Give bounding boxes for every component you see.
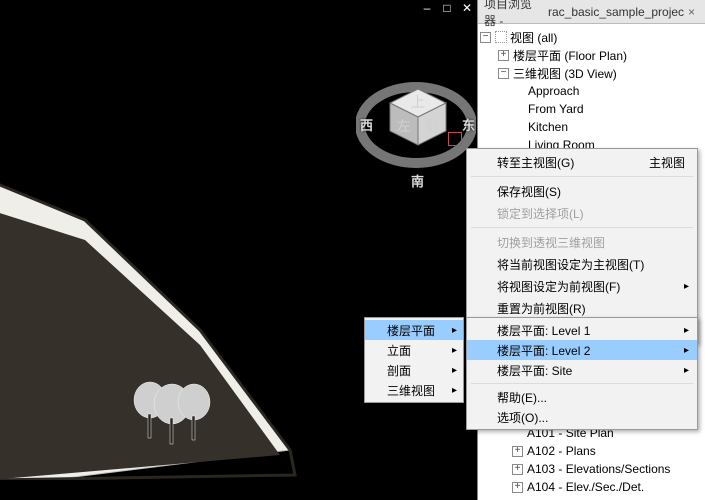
menu-separator xyxy=(471,227,693,228)
tree-sheet-a105[interactable]: +A105 - Elev./ Stair Sections xyxy=(480,496,703,500)
expander-icon[interactable]: + xyxy=(512,482,523,493)
submenu-section[interactable]: 剖面 ▸ xyxy=(365,360,463,380)
tree-3dview-group[interactable]: − 三维视图 (3D View) xyxy=(480,64,703,82)
expander-icon[interactable]: + xyxy=(498,50,509,61)
menu-label: 锁定到选择项(L) xyxy=(497,205,584,222)
submenu-arrow-icon: ▸ xyxy=(452,345,457,356)
menu-reset-front[interactable]: 重置为前视图(R) xyxy=(467,297,697,319)
set-front-submenu[interactable]: 楼层平面 ▸ 立面 ▸ 剖面 ▸ 三维视图 ▸ xyxy=(364,317,464,403)
menu-label: 楼层平面: Site xyxy=(497,362,572,379)
menu-save-view[interactable]: 保存视图(S) xyxy=(467,180,697,202)
expander-icon[interactable]: + xyxy=(512,464,523,475)
menu-go-home[interactable]: 转至主视图(G) 主视图 xyxy=(467,151,697,173)
minimize-icon[interactable]: ‒ xyxy=(420,2,434,14)
menu-label: 选项(O)... xyxy=(497,409,548,426)
tree-view-fromyard[interactable]: From Yard xyxy=(480,100,703,118)
compass-west-label[interactable]: 西 xyxy=(360,115,373,134)
floor-plan-submenu[interactable]: 楼层平面: Level 1 ▸ 楼层平面: Level 2 ▸ 楼层平面: Site… xyxy=(466,317,698,430)
menu-label: 重置为前视图(R) xyxy=(497,300,586,317)
viewcube-faces[interactable]: 上 左 前 xyxy=(388,87,450,149)
menu-set-front[interactable]: 将视图设定为前视图(F) ▸ xyxy=(467,275,697,297)
menu-separator xyxy=(471,383,693,384)
viewcube-top-label: 上 xyxy=(411,95,425,111)
tree-floor-plan-group[interactable]: + 楼层平面 (Floor Plan) xyxy=(480,46,703,64)
menu-label: 帮助(E)... xyxy=(497,389,547,406)
submenu-arrow-icon: ▸ xyxy=(452,325,457,336)
viewcube-context-menu[interactable]: 转至主视图(G) 主视图 保存视图(S) 锁定到选择项(L) 切换到透视三维视图… xyxy=(466,148,698,344)
tree-sheet-a103[interactable]: + A103 - Elevations/Sections xyxy=(480,460,703,478)
submenu-arrow-icon: ▸ xyxy=(684,365,689,376)
viewport-3d[interactable]: ‒ □ ✕ 上 左 前 南 东 西 xyxy=(0,0,477,500)
menu-label: 切换到透视三维视图 xyxy=(497,234,605,251)
tree-label: 视图 (all) xyxy=(510,29,557,46)
menu-label: 将当前视图设定为主视图(T) xyxy=(497,256,644,273)
menu-label: 剖面 xyxy=(387,362,411,379)
tab-close-icon[interactable]: × xyxy=(684,5,699,19)
menu-label: 楼层平面 xyxy=(387,322,435,339)
tree-label: 三维视图 (3D View) xyxy=(513,65,617,82)
close-icon[interactable]: ✕ xyxy=(460,2,474,14)
viewport-window-controls: ‒ □ ✕ xyxy=(420,2,474,14)
submenu-site[interactable]: 楼层平面: Site ▸ xyxy=(467,360,697,380)
menu-label: 将视图设定为前视图(F) xyxy=(497,278,620,295)
menu-switch-persp: 切换到透视三维视图 xyxy=(467,231,697,253)
submenu-arrow-icon: ▸ xyxy=(452,365,457,376)
expander-icon[interactable]: − xyxy=(498,68,509,79)
trees-icon xyxy=(130,380,250,470)
expander-icon[interactable]: + xyxy=(512,446,523,457)
menu-label: 转至主视图(G) xyxy=(497,154,574,171)
submenu-arrow-icon: ▸ xyxy=(452,385,457,396)
tree-sheet-a102[interactable]: + A102 - Plans xyxy=(480,442,703,460)
viewcube-left-label: 左 xyxy=(397,119,411,135)
compass-south-label[interactable]: 南 xyxy=(411,171,424,190)
viewcube[interactable]: 上 左 前 南 东 西 xyxy=(356,65,476,185)
menu-label: 楼层平面: Level 1 xyxy=(497,322,590,339)
menu-shortcut: 主视图 xyxy=(649,154,685,171)
tree-label: A102 - Plans xyxy=(527,444,596,458)
submenu-arrow-icon: ▸ xyxy=(684,345,689,356)
tree-label: A104 - Elev./Sec./Det. xyxy=(527,480,644,494)
submenu-level2[interactable]: 楼层平面: Level 2 ▸ xyxy=(467,340,697,360)
submenu-options[interactable]: 选项(O)... xyxy=(467,407,697,427)
submenu-arrow-icon: ▸ xyxy=(684,281,689,292)
tree-view-kitchen[interactable]: Kitchen xyxy=(480,118,703,136)
tree-label: Approach xyxy=(528,84,579,98)
tree-label: A103 - Elevations/Sections xyxy=(527,462,670,476)
submenu-level1[interactable]: 楼层平面: Level 1 ▸ xyxy=(467,320,697,340)
menu-set-home[interactable]: 将当前视图设定为主视图(T) xyxy=(467,253,697,275)
submenu-floor-plan[interactable]: 楼层平面 ▸ xyxy=(365,320,463,340)
menu-lock-selection: 锁定到选择项(L) xyxy=(467,202,697,224)
menu-label: 三维视图 xyxy=(387,382,435,399)
viewcube-front-label: 前 xyxy=(425,118,439,135)
maximize-icon[interactable]: □ xyxy=(440,2,454,14)
tree-view-approach[interactable]: Approach xyxy=(480,82,703,100)
tree-label: 楼层平面 (Floor Plan) xyxy=(513,47,627,64)
views-icon xyxy=(495,31,507,43)
tree-label: Kitchen xyxy=(528,120,568,134)
menu-separator xyxy=(471,176,693,177)
tree-root-views[interactable]: − 视图 (all) xyxy=(480,28,703,46)
submenu-arrow-icon: ▸ xyxy=(684,325,689,336)
browser-doc-name: rac_basic_sample_project.... xyxy=(548,5,684,19)
tree-label: From Yard xyxy=(528,102,584,116)
compass-ring-icon[interactable] xyxy=(356,65,476,185)
submenu-help[interactable]: 帮助(E)... xyxy=(467,387,697,407)
submenu-3dview[interactable]: 三维视图 ▸ xyxy=(365,380,463,400)
menu-label: 楼层平面: Level 2 xyxy=(497,342,590,359)
submenu-elevation[interactable]: 立面 ▸ xyxy=(365,340,463,360)
expander-icon[interactable]: − xyxy=(480,32,491,43)
home-indicator-icon[interactable] xyxy=(448,132,462,146)
menu-label: 立面 xyxy=(387,342,411,359)
tree-sheet-a104[interactable]: + A104 - Elev./Sec./Det. xyxy=(480,478,703,496)
compass-east-label[interactable]: 东 xyxy=(462,115,475,134)
browser-tab[interactable]: 项目浏览器 - rac_basic_sample_project.... × xyxy=(478,0,705,24)
menu-label: 保存视图(S) xyxy=(497,183,561,200)
